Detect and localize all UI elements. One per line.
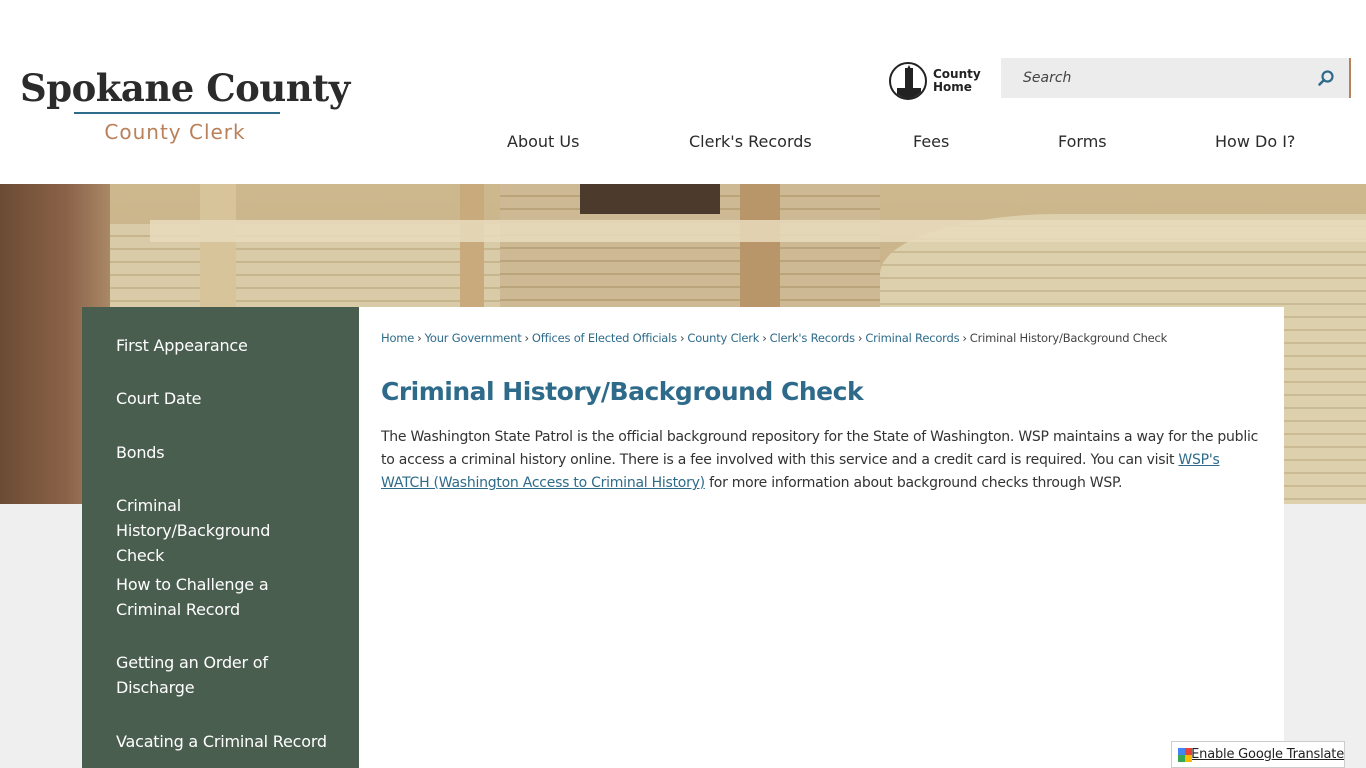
- page-title: Criminal History/Background Check: [381, 377, 864, 406]
- search-bar: [1001, 58, 1351, 98]
- main-navigation: About Us Clerk's Records Fees Forms How …: [0, 132, 1366, 158]
- sidebar-navigation: First Appearance Court Date Bonds Crimin…: [82, 307, 359, 768]
- logo-divider: [74, 112, 280, 114]
- sidebar-item-bonds[interactable]: Bonds: [116, 440, 336, 465]
- google-translate-label: Enable Google Translate: [1191, 747, 1344, 762]
- logo-title: Spokane County: [20, 66, 350, 110]
- site-header: Spokane County County Clerk County Home …: [0, 0, 1366, 184]
- search-icon[interactable]: [1317, 69, 1335, 87]
- breadcrumb-county-clerk[interactable]: County Clerk: [687, 331, 759, 345]
- main-content: Home › Your Government › Offices of Elected …: [359, 307, 1284, 768]
- nav-item-fees[interactable]: Fees: [913, 132, 949, 151]
- breadcrumb-home[interactable]: Home: [381, 331, 414, 345]
- sidebar-item-vacating-record[interactable]: Vacating a Criminal Record: [116, 729, 336, 754]
- breadcrumb-elected-officials[interactable]: Offices of Elected Officials: [532, 331, 677, 345]
- body-text-end: for more information about background ch…: [704, 475, 1123, 491]
- site-logo[interactable]: Spokane County County Clerk: [20, 64, 350, 144]
- nav-item-how-do-i[interactable]: How Do I?: [1215, 132, 1295, 151]
- nav-item-forms[interactable]: Forms: [1058, 132, 1107, 151]
- breadcrumb-criminal-records[interactable]: Criminal Records: [865, 331, 959, 345]
- body-text-start: The Washington State Patrol is the offic…: [381, 429, 1259, 468]
- county-home-label: County Home: [933, 67, 981, 94]
- breadcrumb-current: Criminal History/Background Check: [969, 331, 1168, 345]
- google-translate-button[interactable]: Enable Google Translate: [1171, 741, 1345, 768]
- sidebar-item-court-date[interactable]: Court Date: [116, 386, 336, 411]
- sidebar-item-challenge-record[interactable]: How to Challenge a Criminal Record: [116, 572, 276, 622]
- nav-item-about-us[interactable]: About Us: [507, 132, 579, 151]
- breadcrumb-your-government[interactable]: Your Government: [425, 331, 522, 345]
- breadcrumb-clerks-records[interactable]: Clerk's Records: [770, 331, 855, 345]
- courthouse-tower-icon: [889, 62, 927, 100]
- sidebar-item-order-of-discharge[interactable]: Getting an Order of Discharge: [116, 650, 276, 700]
- search-input[interactable]: [1001, 58, 1311, 98]
- breadcrumb: Home › Your Government › Offices of Elected …: [381, 331, 1168, 345]
- sidebar-item-first-appearance[interactable]: First Appearance: [116, 333, 336, 358]
- nav-item-clerks-records[interactable]: Clerk's Records: [689, 132, 812, 151]
- sidebar-item-criminal-history[interactable]: Criminal History/Background Check: [116, 493, 316, 568]
- county-home-link[interactable]: County Home: [889, 62, 981, 100]
- google-translate-icon: [1178, 747, 1192, 762]
- body-paragraph: The Washington State Patrol is the offic…: [381, 426, 1271, 495]
